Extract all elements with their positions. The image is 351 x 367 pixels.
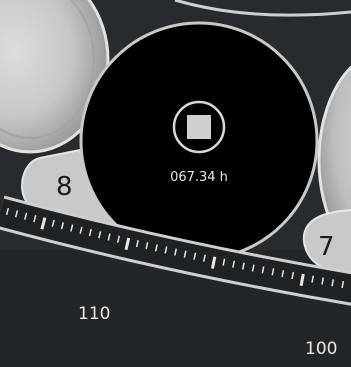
stop-button[interactable]	[172, 100, 226, 154]
slot-7-label: 7	[318, 232, 335, 262]
instrument-canvas: 8 7 067.34 h 110 100	[0, 0, 351, 367]
stop-icon	[187, 115, 211, 139]
active-slot[interactable]: 067.34 h	[79, 21, 319, 261]
scale-label-100: 100	[305, 339, 337, 359]
slot-8-label: 8	[56, 172, 73, 202]
scale-label-110: 110	[78, 304, 110, 324]
scale-major-tick	[299, 273, 305, 287]
instrument-panel: 8 7 067.34 h 110 100	[0, 0, 351, 367]
elapsed-time: 067.34 h	[170, 170, 228, 185]
